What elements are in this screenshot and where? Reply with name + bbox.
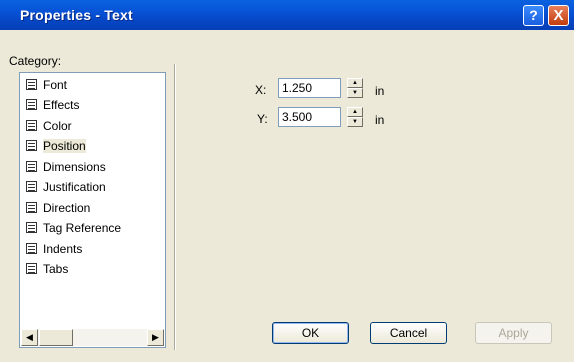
x-unit: in [375,84,385,98]
x-position-input[interactable]: 1.250 [278,78,341,98]
y-unit: in [375,113,385,127]
page-icon [26,99,37,110]
horizontal-scrollbar[interactable]: ◀ ▶ [21,329,164,346]
category-item-tag-reference[interactable]: Tag Reference [26,219,125,237]
category-item-effects[interactable]: Effects [26,96,83,114]
page-icon [26,120,37,131]
window-title: Properties - Text [20,7,133,23]
x-spin-up-icon[interactable]: ▲ [347,78,363,88]
category-item-direction[interactable]: Direction [26,199,94,217]
title-bar: Properties - Text ? X [0,0,574,30]
help-button[interactable]: ? [523,5,544,26]
close-button[interactable]: X [548,5,569,26]
y-spinner[interactable]: ▲ ▼ [347,107,363,127]
y-label: Y: [257,112,268,126]
page-icon [26,161,37,172]
ok-button[interactable]: OK [272,322,349,344]
page-icon [26,181,37,192]
y-position-input[interactable]: 3.500 [278,107,341,127]
category-item-color[interactable]: Color [26,117,76,135]
page-icon [26,243,37,254]
x-spinner[interactable]: ▲ ▼ [347,78,363,98]
scrollbar-thumb[interactable] [39,329,73,346]
y-spin-down-icon[interactable]: ▼ [347,117,363,127]
category-label: Category: [9,54,62,68]
apply-button[interactable]: Apply [475,322,552,344]
scroll-right-icon[interactable]: ▶ [147,329,164,346]
category-item-position[interactable]: Position [26,137,90,155]
scroll-left-icon[interactable]: ◀ [21,329,38,346]
category-listbox[interactable]: Font Effects Color Position Dimensions J… [19,72,166,348]
page-icon [26,140,37,151]
page-icon [26,222,37,233]
y-spin-up-icon[interactable]: ▲ [347,107,363,117]
x-label: X: [255,83,267,97]
page-icon [26,263,37,274]
category-item-dimensions[interactable]: Dimensions [26,158,110,176]
dialog-body: Category: Font Effects Color Position Di… [0,30,574,362]
cancel-button[interactable]: Cancel [370,322,447,344]
x-spin-down-icon[interactable]: ▼ [347,88,363,98]
panel-divider [174,64,176,350]
page-icon [26,202,37,213]
category-item-font[interactable]: Font [26,76,71,94]
category-item-indents[interactable]: Indents [26,240,86,258]
page-icon [26,79,37,90]
category-item-justification[interactable]: Justification [26,178,110,196]
category-item-tabs[interactable]: Tabs [26,260,72,278]
